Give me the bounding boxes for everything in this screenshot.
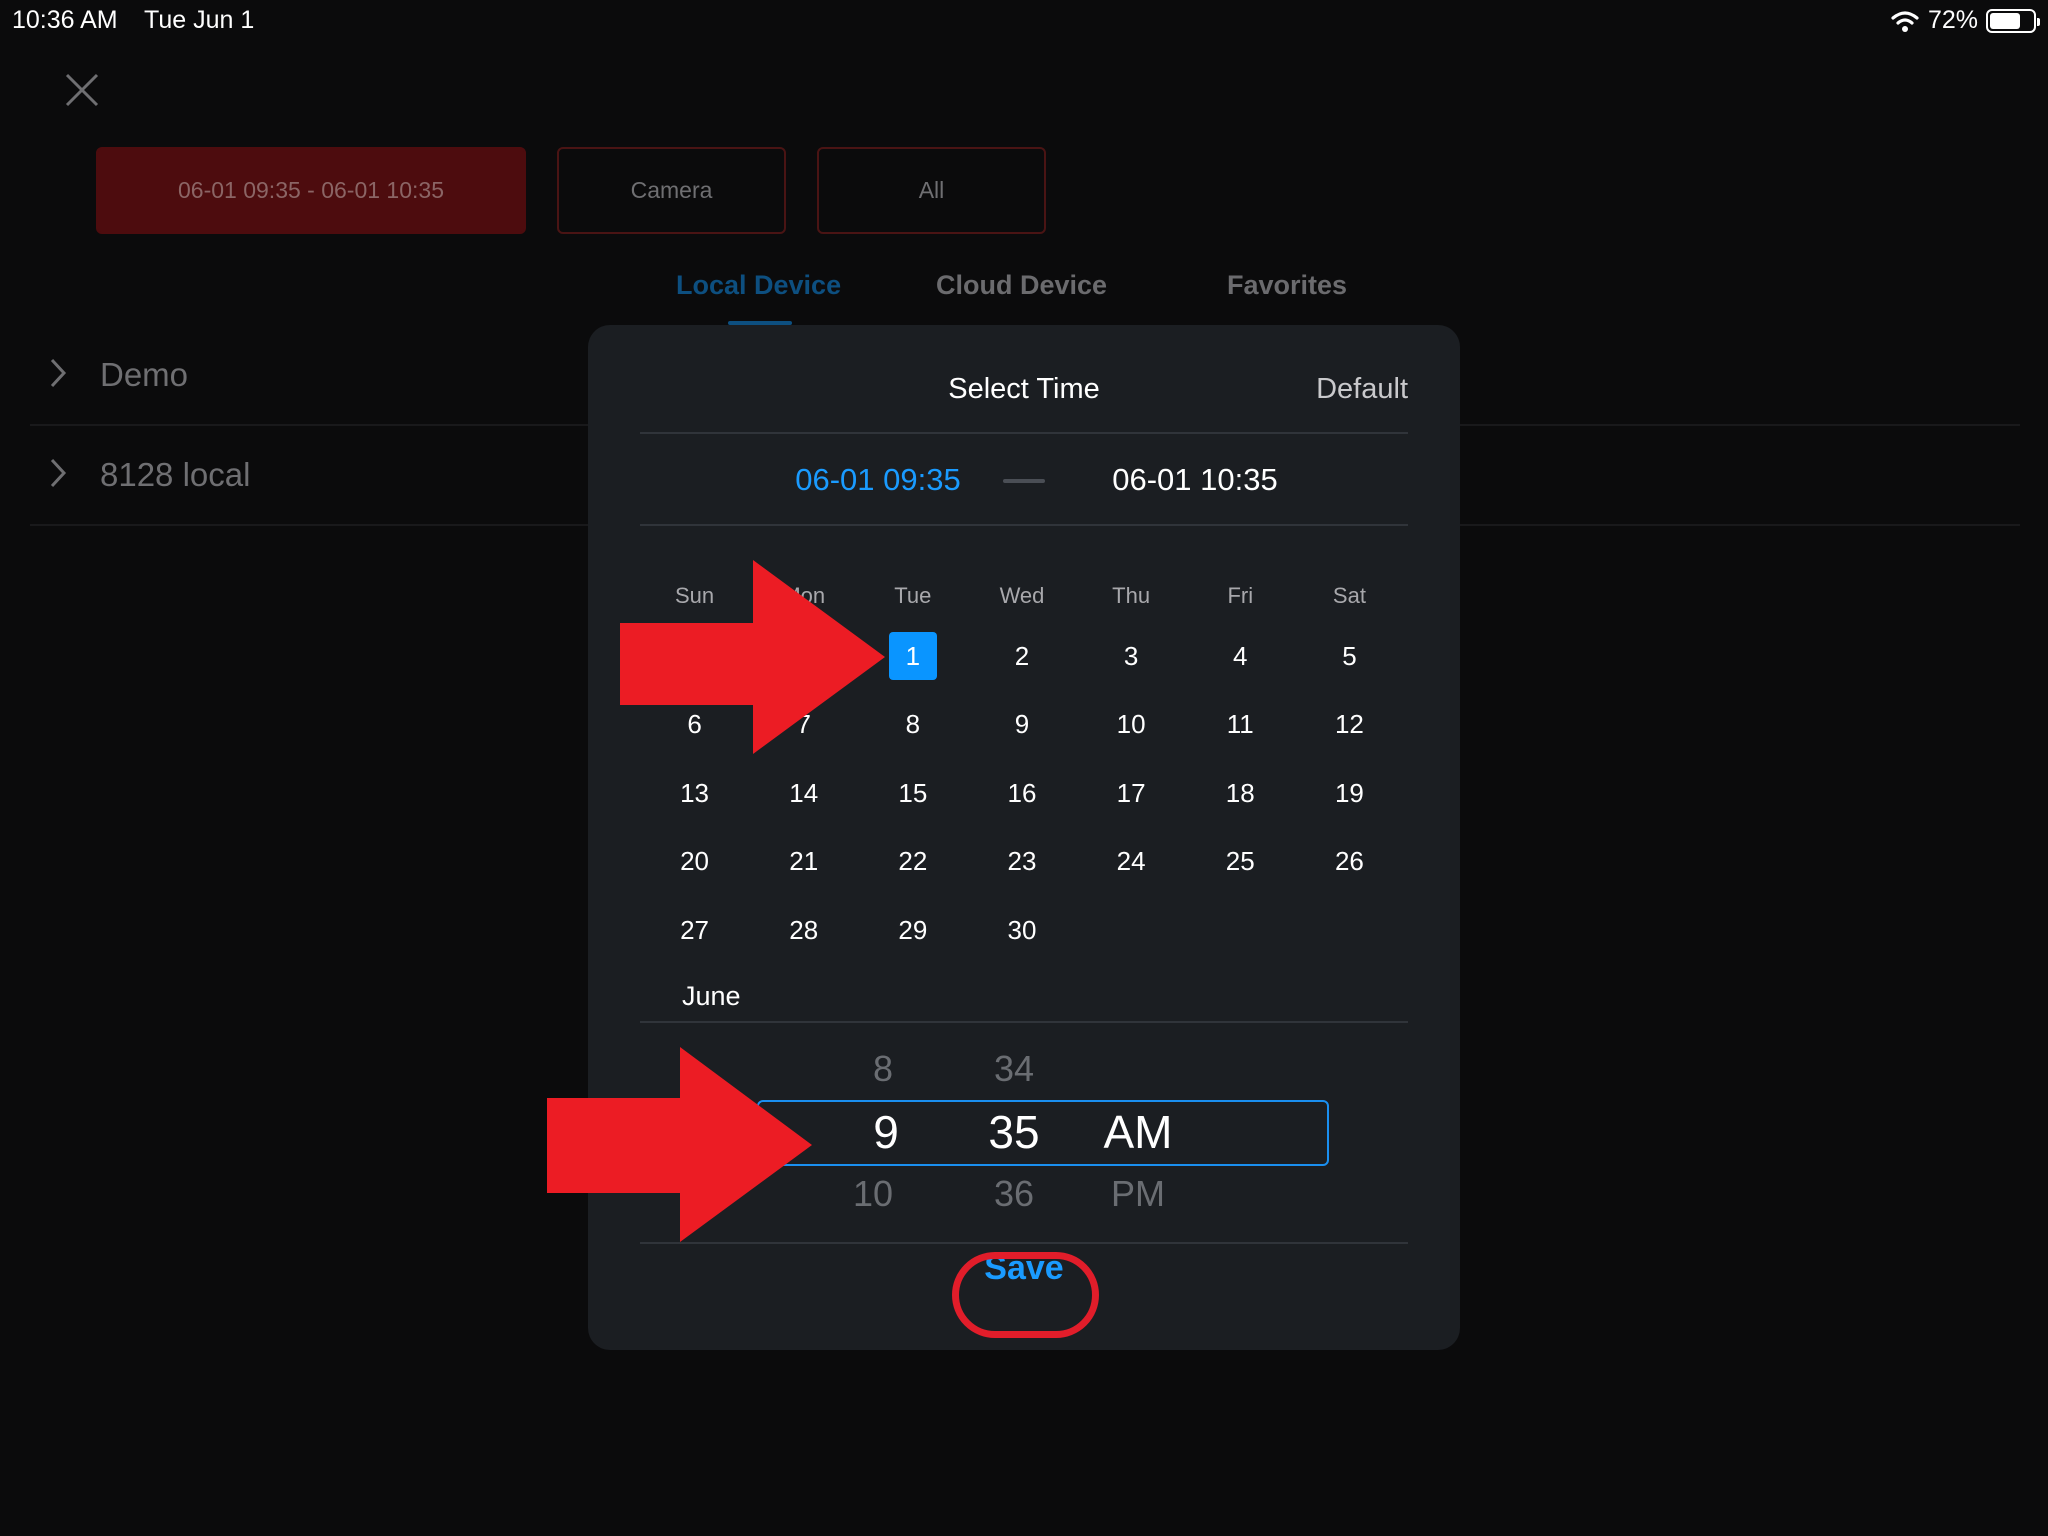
calendar-day[interactable]: 13	[640, 759, 749, 828]
calendar-day[interactable]: 5	[1295, 622, 1404, 691]
calendar-day[interactable]: 9	[967, 691, 1076, 760]
tab-favorites[interactable]: Favorites	[1227, 270, 1347, 301]
month-label: June	[682, 981, 741, 1011]
day-number: 3	[1123, 640, 1139, 671]
calendar-day[interactable]: 29	[858, 896, 967, 965]
day-number: 2	[1014, 640, 1030, 671]
weekday-label: Fri	[1227, 583, 1254, 608]
ampm-next[interactable]: PM	[1078, 1173, 1198, 1215]
status-right: 72%	[1890, 6, 2040, 35]
day-number: 9	[1014, 709, 1030, 740]
device-name: Demo	[100, 356, 189, 393]
day-number: 30	[1007, 914, 1037, 945]
day-number: 27	[680, 914, 710, 945]
day-number: 10	[1116, 709, 1146, 740]
status-date: Tue Jun 1	[144, 6, 255, 34]
range-end-time[interactable]: 06-01 10:35	[1085, 462, 1305, 498]
calendar-day[interactable]: 20	[640, 828, 749, 897]
calendar-day[interactable]: 22	[858, 828, 967, 897]
device-name: 8128 local	[100, 456, 251, 493]
day-number: 5	[1342, 640, 1357, 671]
calendar-day[interactable]: 28	[749, 896, 858, 965]
battery-icon	[1986, 8, 2040, 33]
calendar-day[interactable]: 26	[1295, 828, 1404, 897]
day-number: 4	[1233, 640, 1248, 671]
day-number: 22	[898, 846, 928, 877]
calendar-day[interactable]: 4	[1186, 622, 1295, 691]
annotation-arrow-icon	[547, 1047, 812, 1242]
calendar-day[interactable]: 23	[967, 828, 1076, 897]
weekday-label: Thu	[1112, 583, 1151, 608]
calendar-day[interactable]: 25	[1186, 828, 1295, 897]
day-number: 12	[1334, 709, 1364, 740]
day-number: 26	[1334, 846, 1364, 877]
minute-prev[interactable]: 34	[954, 1048, 1074, 1090]
day-number: 17	[1116, 777, 1146, 808]
divider	[640, 524, 1408, 526]
day-number: 16	[1007, 777, 1037, 808]
day-number: 28	[789, 914, 819, 945]
day-number: 25	[1225, 846, 1255, 877]
day-number: 21	[789, 846, 819, 877]
calendar-day[interactable]: 27	[640, 896, 749, 965]
hour-prev[interactable]: 8	[823, 1048, 943, 1090]
tab-local-device[interactable]: Local Device	[676, 270, 841, 301]
chevron-right-icon	[30, 457, 90, 494]
battery-percent: 72%	[1927, 6, 1978, 34]
minute-current[interactable]: 35	[954, 1105, 1074, 1159]
day-number: 24	[1116, 846, 1146, 877]
calendar-day[interactable]: 24	[1077, 828, 1186, 897]
time-range-filter[interactable]: 06-01 09:35 - 06-01 10:35	[96, 147, 526, 234]
day-number: 20	[680, 846, 710, 877]
calendar-day[interactable]: 18	[1186, 759, 1295, 828]
day-number: 8	[905, 709, 921, 740]
tab-cloud-device[interactable]: Cloud Device	[936, 270, 1107, 301]
day-number: 19	[1334, 777, 1364, 808]
status-time: 10:36 AM	[12, 6, 118, 34]
day-number: 29	[898, 914, 928, 945]
range-start-time[interactable]: 06-01 09:35	[768, 462, 988, 498]
calendar-day[interactable]: 12	[1295, 691, 1404, 760]
annotation-arrow-icon	[620, 560, 885, 754]
chevron-right-icon	[30, 357, 90, 394]
default-button[interactable]: Default	[1316, 373, 1408, 406]
hour-current[interactable]: 9	[826, 1105, 946, 1159]
day-number: 15	[898, 777, 928, 808]
divider	[640, 432, 1408, 434]
calendar-day[interactable]: 3	[1077, 622, 1186, 691]
filter-bar: 06-01 09:35 - 06-01 10:35 Camera All	[96, 147, 1046, 234]
battery-level	[1990, 12, 2021, 29]
day-number: 18	[1225, 777, 1255, 808]
status-bar: 10:36 AM Tue Jun 1 72%	[0, 0, 2048, 40]
weekday-label: Wed	[999, 583, 1045, 608]
divider	[640, 1021, 1408, 1023]
weekday-label: Sat	[1332, 583, 1366, 608]
minute-next[interactable]: 36	[954, 1173, 1074, 1215]
save-highlight-circle	[952, 1252, 1099, 1338]
calendar-day[interactable]: 15	[858, 759, 967, 828]
ampm-current[interactable]: AM	[1078, 1105, 1198, 1159]
day-number: 23	[1007, 846, 1037, 877]
calendar-day[interactable]: 11	[1186, 691, 1295, 760]
calendar-day[interactable]: 19	[1295, 759, 1404, 828]
all-filter[interactable]: All	[817, 147, 1046, 234]
calendar-day[interactable]: 17	[1077, 759, 1186, 828]
camera-filter[interactable]: Camera	[557, 147, 786, 234]
calendar-day[interactable]: 10	[1077, 691, 1186, 760]
range-separator	[1003, 479, 1045, 483]
day-number: 11	[1226, 709, 1254, 740]
calendar-day[interactable]: 16	[967, 759, 1076, 828]
close-icon[interactable]	[64, 72, 100, 108]
day-number: 1	[888, 632, 937, 681]
day-number: 14	[789, 777, 819, 808]
calendar-day[interactable]: 2	[967, 622, 1076, 691]
day-number: 13	[680, 777, 710, 808]
calendar-day[interactable]: 14	[749, 759, 858, 828]
wifi-icon	[1891, 10, 1919, 32]
device-tabs: Local Device Cloud Device Favorites	[670, 266, 1390, 326]
calendar-day[interactable]: 30	[967, 896, 1076, 965]
hour-next[interactable]: 10	[813, 1173, 933, 1215]
calendar-day[interactable]: 21	[749, 828, 858, 897]
